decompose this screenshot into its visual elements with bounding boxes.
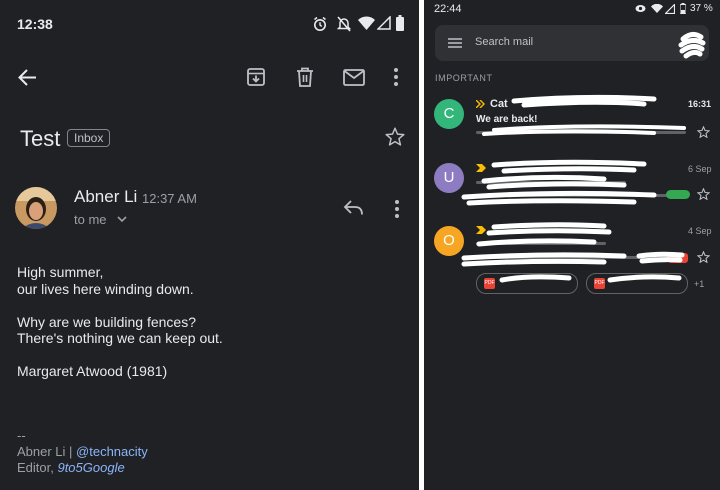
signature-dashes: --: [17, 428, 26, 443]
snippet-line: [476, 194, 671, 197]
body-line: There's nothing we can keep out.: [17, 330, 223, 346]
email-date: 6 Sep: [688, 164, 712, 174]
email-subject: Test: [20, 126, 61, 151]
importance-marker-icon[interactable]: [476, 226, 486, 234]
email-row[interactable]: C Cat 16:31 We are back!: [424, 92, 720, 148]
wifi-icon: [651, 4, 663, 13]
email-date: 4 Sep: [688, 226, 712, 236]
back-arrow-icon[interactable]: [17, 67, 38, 88]
signal-icon: [377, 16, 391, 30]
reply-icon[interactable]: [343, 200, 364, 216]
delete-icon[interactable]: [296, 67, 314, 87]
attachment-chip[interactable]: PDF: [476, 273, 578, 294]
email-row[interactable]: O 4 Sep PDF PDF: [424, 220, 720, 296]
body-line: Margaret Atwood (1981): [17, 363, 168, 379]
archive-icon[interactable]: [246, 67, 266, 87]
body-line: Why are we building fences?: [17, 314, 196, 330]
inbox-label-chip[interactable]: Inbox: [67, 129, 111, 147]
attachment-chip[interactable]: PDF: [586, 273, 688, 294]
subject-line: [476, 242, 606, 245]
signature-name-line: Abner Li | @technacity: [17, 444, 148, 459]
signal-icon: [665, 4, 675, 14]
body-line: our lives here winding down.: [17, 281, 194, 297]
status-time: 22:44: [434, 3, 462, 15]
snippet-line: [476, 131, 686, 134]
email-subject: We are back!: [476, 114, 538, 125]
email-detail-screen: 12:38 Test Inbox Abner Li 12:37 AM to me…: [0, 0, 419, 490]
more-attachments-count: +1: [694, 279, 705, 289]
more-vert-icon[interactable]: [393, 67, 399, 87]
message-more-icon[interactable]: [394, 199, 400, 219]
section-label-important: IMPORTANT: [435, 73, 493, 83]
signature-name: Abner Li |: [17, 444, 77, 459]
subject-line: [476, 181, 626, 184]
wifi-icon: [358, 16, 375, 30]
menu-icon[interactable]: [448, 38, 462, 48]
star-icon[interactable]: [697, 251, 710, 263]
label-chip: [668, 253, 688, 263]
publication-link[interactable]: 9to5Google: [57, 460, 124, 475]
battery-icon: [396, 15, 404, 31]
sender-name: Cat: [490, 98, 508, 110]
search-input[interactable]: Search mail: [475, 36, 533, 48]
avatar[interactable]: O: [434, 226, 464, 256]
chevron-down-icon[interactable]: [117, 216, 127, 222]
avatar[interactable]: [15, 187, 57, 229]
importance-marker-icon[interactable]: [476, 164, 486, 172]
redaction-scribble: [461, 159, 657, 206]
battery-percent: 37 %: [690, 3, 713, 14]
account-avatar-redaction[interactable]: [677, 29, 707, 59]
signature-role-line: Editor, 9to5Google: [17, 460, 125, 475]
star-icon[interactable]: [697, 188, 710, 200]
recipient-summary[interactable]: to me: [74, 212, 107, 227]
alarm-icon: [314, 16, 326, 31]
twitter-link[interactable]: @technacity: [76, 444, 148, 459]
avatar[interactable]: U: [434, 163, 464, 193]
pdf-icon: PDF: [594, 278, 605, 289]
body-line: High summer,: [17, 264, 104, 280]
signature-role: Editor,: [17, 460, 58, 475]
importance-marker-icon[interactable]: [476, 100, 485, 108]
snippet-line: [476, 256, 671, 259]
pdf-icon: PDF: [484, 278, 495, 289]
dnd-icon: [337, 16, 351, 32]
battery-icon: [680, 3, 686, 14]
email-date: 16:31: [688, 99, 712, 109]
label-chip: [666, 190, 690, 199]
email-row[interactable]: U 6 Sep: [424, 157, 720, 215]
status-time: 12:38: [17, 16, 53, 32]
avatar[interactable]: C: [434, 99, 464, 129]
star-icon[interactable]: [385, 127, 405, 146]
star-icon[interactable]: [697, 126, 710, 138]
mail-icon[interactable]: [343, 69, 365, 86]
inbox-list-screen: 22:44 37 % Search mail IMPORTANT C Cat 1…: [424, 0, 720, 490]
sent-time: 12:37 AM: [142, 191, 197, 206]
search-bar[interactable]: Search mail: [435, 25, 709, 61]
eye-icon: [635, 5, 646, 12]
sender-photo: [15, 187, 57, 229]
sender-name: Abner Li: [74, 187, 138, 206]
